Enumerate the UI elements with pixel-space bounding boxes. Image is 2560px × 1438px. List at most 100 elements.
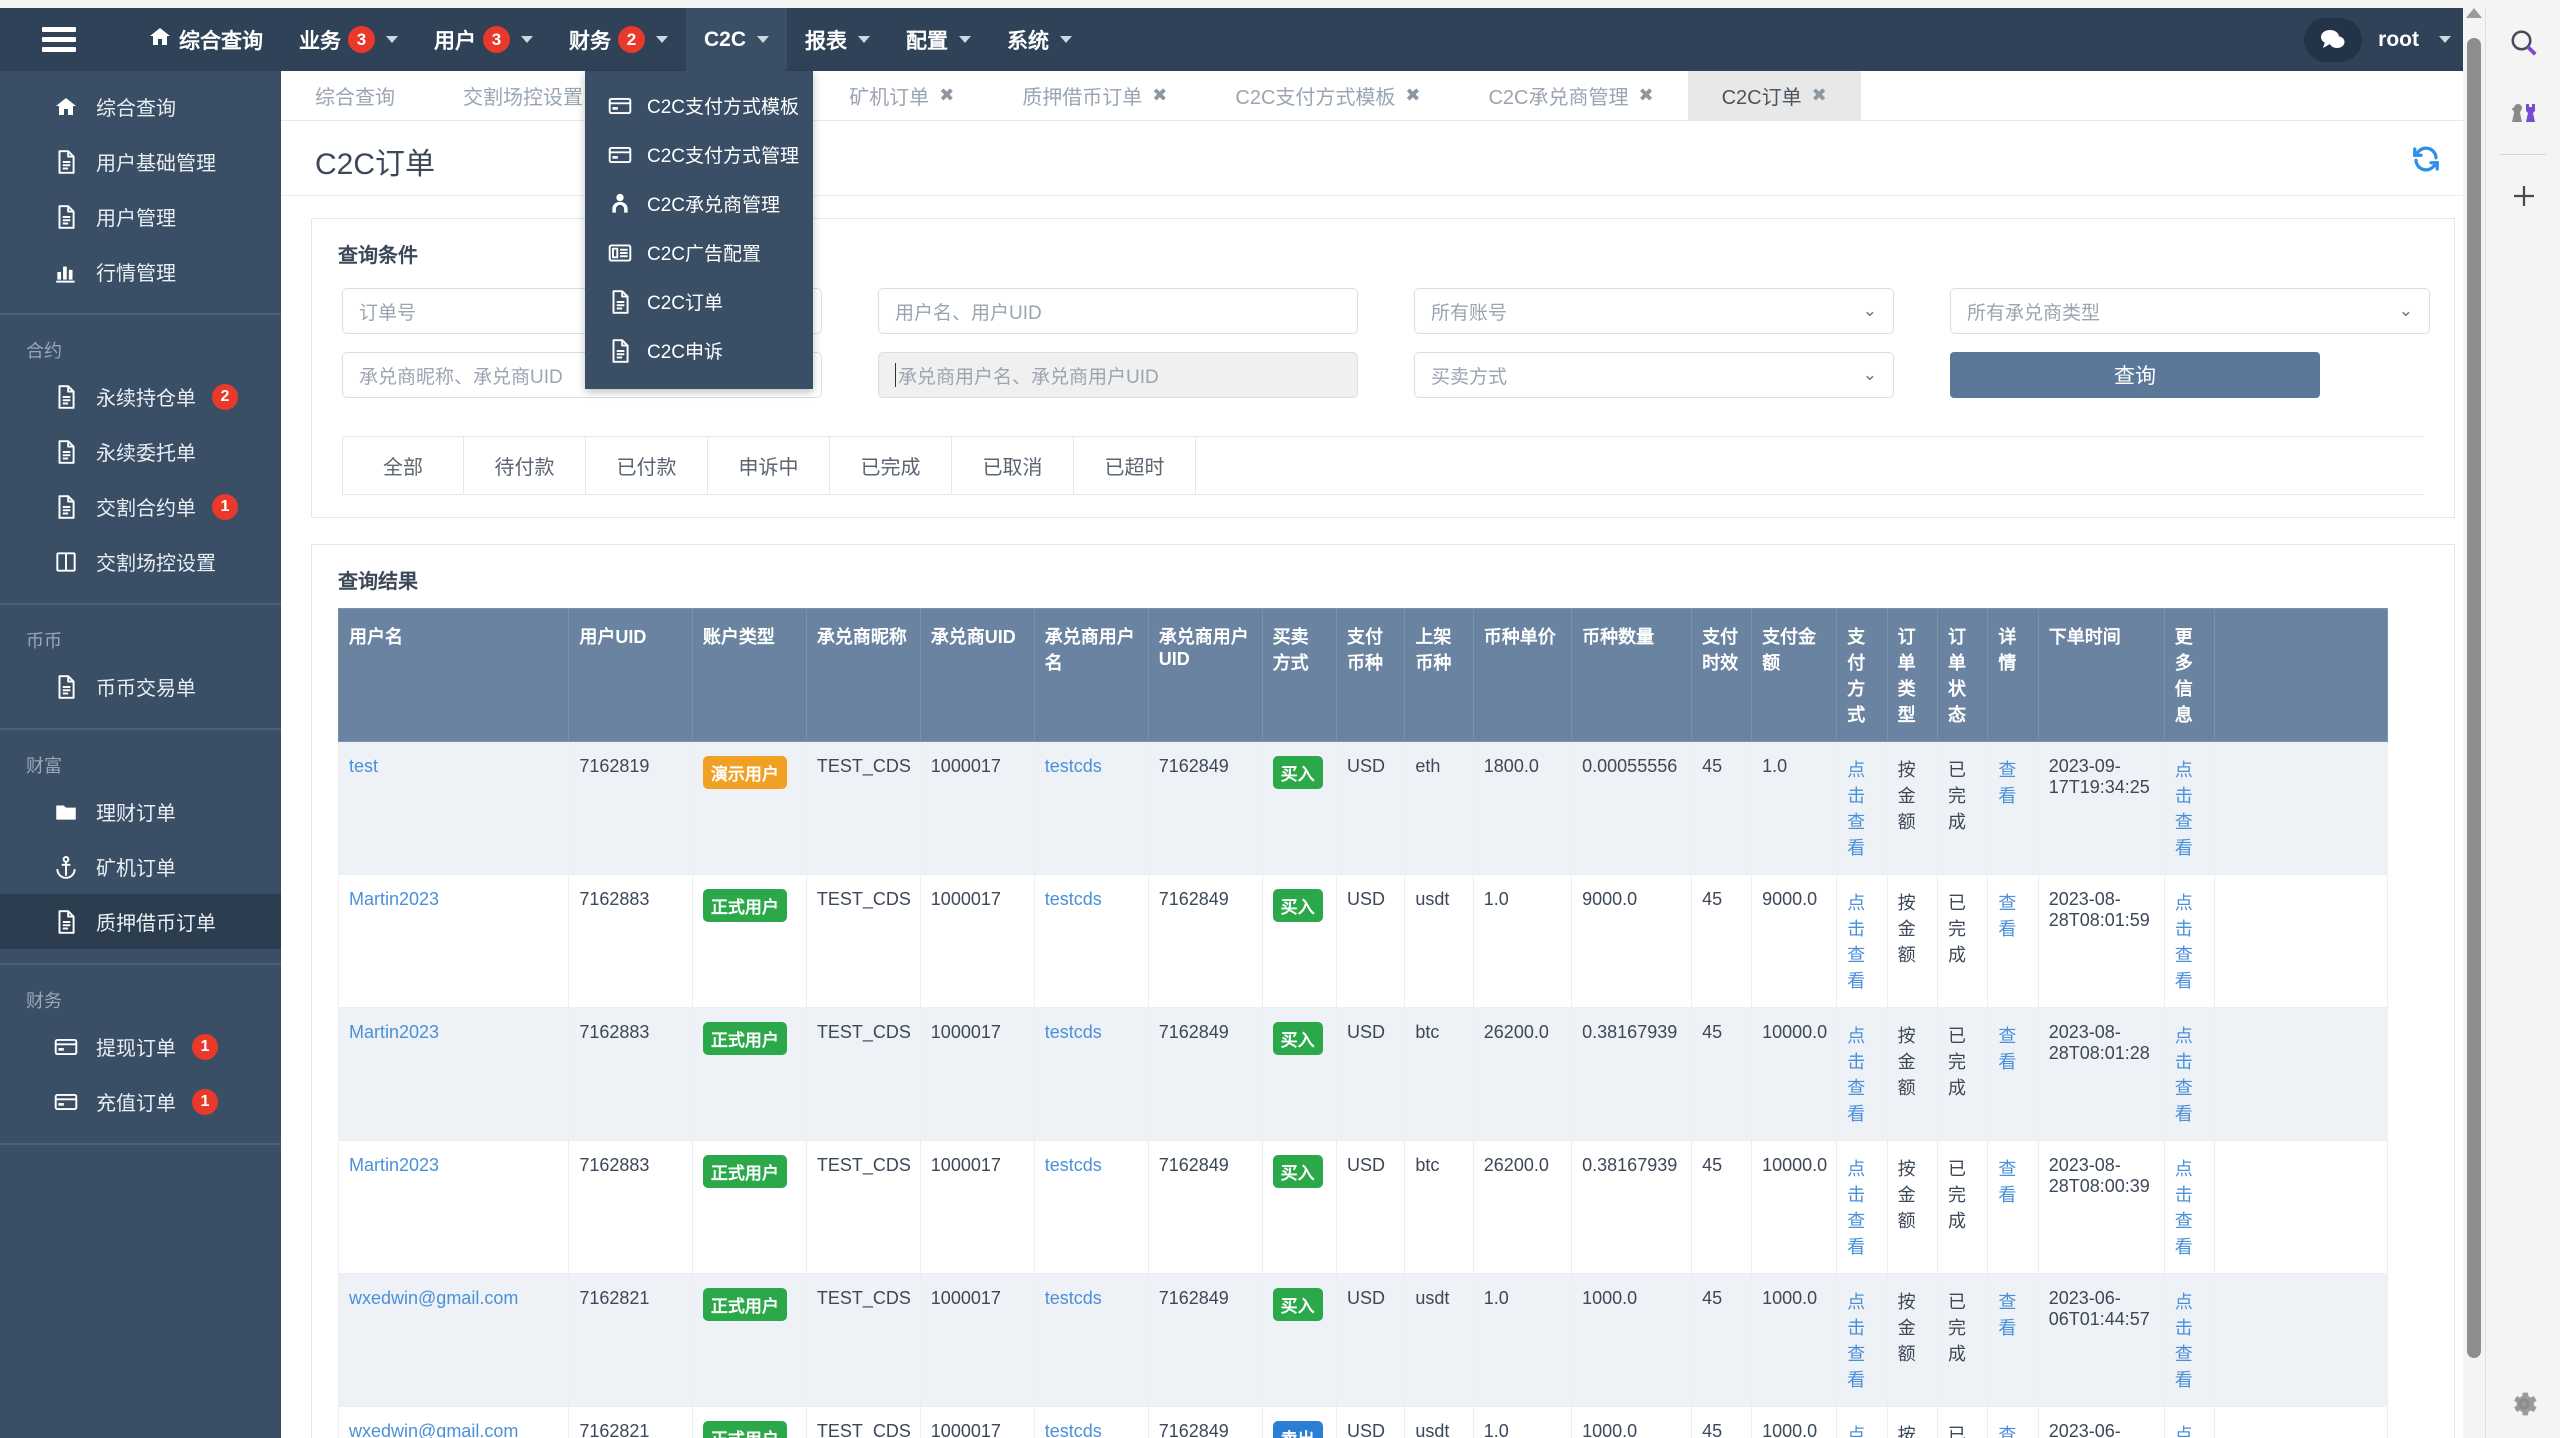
filter-account-type[interactable]: 所有账号 ⌄ <box>1414 288 1894 334</box>
scroll-thumb[interactable] <box>2467 38 2481 1358</box>
link-username[interactable]: test <box>349 756 378 776</box>
status-tab-6[interactable]: 已超时 <box>1074 437 1196 495</box>
dropdown-item-2[interactable]: C2C承兑商管理 <box>585 179 813 228</box>
nav-item-4[interactable]: C2C <box>686 7 788 72</box>
status-tab-5[interactable]: 已取消 <box>952 437 1074 495</box>
link-merchant_username[interactable]: testcds <box>1045 1288 1102 1308</box>
cell-more_info[interactable]: 点击查看 <box>2163 1273 2216 1407</box>
cell-pay_method[interactable]: 点击查看 <box>1836 1007 1888 1141</box>
status-tab-0[interactable]: 全部 <box>342 437 464 495</box>
dropdown-item-0[interactable]: C2C支付方式模板 <box>585 81 813 130</box>
chevron-down-icon[interactable] <box>2439 36 2451 43</box>
menu-icon[interactable] <box>28 27 90 52</box>
cell-merchant_username[interactable]: testcds <box>1033 1140 1149 1274</box>
cell-pay_method[interactable]: 点击查看 <box>1836 1140 1888 1274</box>
sidebar-item-1-3[interactable]: 交割场控设置 <box>0 534 281 589</box>
cell-more_info[interactable]: 点击查看 <box>2163 1140 2216 1274</box>
cell-username[interactable]: Martin2023 <box>338 874 570 1008</box>
cell-username[interactable]: Martin2023 <box>338 1007 570 1141</box>
status-tab-4[interactable]: 已完成 <box>830 437 952 495</box>
tab-5[interactable]: C2C支付方式模板 ✖ <box>1201 71 1454 120</box>
link-detail[interactable]: 查看 <box>1998 893 2016 939</box>
status-tab-3[interactable]: 申诉中 <box>708 437 830 495</box>
link-detail[interactable]: 查看 <box>1998 1159 2016 1205</box>
link-merchant_username[interactable]: testcds <box>1045 889 1102 909</box>
cell-pay_method[interactable]: 点击查看 <box>1836 874 1888 1008</box>
chat-icon[interactable] <box>2304 17 2363 62</box>
link-username[interactable]: Martin2023 <box>349 1022 439 1042</box>
cell-pay_method[interactable]: 点击查看 <box>1836 1406 1888 1438</box>
cell-detail[interactable]: 查看 <box>1987 1273 2039 1407</box>
link-pay_method[interactable]: 点击查看 <box>1847 1425 1865 1438</box>
nav-item-5[interactable]: 报表 <box>787 5 888 75</box>
sidebar-item-1-0[interactable]: 永续持仓单 2 <box>0 369 281 424</box>
cell-username[interactable]: Martin2023 <box>338 1140 570 1274</box>
link-merchant_username[interactable]: testcds <box>1045 756 1102 776</box>
cell-detail[interactable]: 查看 <box>1987 874 2039 1008</box>
tab-4[interactable]: 质押借币订单 ✖ <box>988 71 1201 120</box>
link-username[interactable]: Martin2023 <box>349 889 439 909</box>
dropdown-item-5[interactable]: C2C申诉 <box>585 326 813 375</box>
cell-more_info[interactable]: 点击查看 <box>2163 741 2216 875</box>
results-table-wrap[interactable]: 用户名 用户UID 账户类型 承兑商昵称 承兑商UID 承兑商用户名 承兑商用户UID 买卖方… <box>338 608 2428 1438</box>
filter-username-uid[interactable]: 用户名、用户UID <box>878 288 1358 334</box>
chess-pieces-icon[interactable] <box>2486 78 2560 148</box>
sidebar-item-3-1[interactable]: 矿机订单 <box>0 839 281 894</box>
tab-0[interactable]: 综合查询 <box>281 71 429 120</box>
cell-merchant_username[interactable]: testcds <box>1033 1273 1149 1407</box>
nav-item-1[interactable]: 业务 3 <box>281 5 416 75</box>
sidebar-item-4-0[interactable]: 提现订单 1 <box>0 1019 281 1074</box>
close-icon[interactable]: ✖ <box>1639 85 1654 106</box>
sidebar-item-3-0[interactable]: 理财订单 <box>0 784 281 839</box>
link-pay_method[interactable]: 点击查看 <box>1847 1026 1865 1124</box>
sidebar-item-1-2[interactable]: 交割合约单 1 <box>0 479 281 534</box>
cell-merchant_username[interactable]: testcds <box>1033 741 1149 875</box>
cell-detail[interactable]: 查看 <box>1987 1007 2039 1141</box>
cell-pay_method[interactable]: 点击查看 <box>1836 741 1888 875</box>
cell-merchant_username[interactable]: testcds <box>1033 1007 1149 1141</box>
cell-username[interactable]: test <box>338 741 570 875</box>
link-pay_method[interactable]: 点击查看 <box>1847 760 1865 858</box>
cell-detail[interactable]: 查看 <box>1987 741 2039 875</box>
tab-3[interactable]: 矿机订单 ✖ <box>815 71 988 120</box>
sidebar-item-4-1[interactable]: 充值订单 1 <box>0 1074 281 1129</box>
nav-item-7[interactable]: 系统 <box>989 5 1090 75</box>
close-icon[interactable]: ✖ <box>1152 85 1167 106</box>
query-button[interactable]: 查询 <box>1950 352 2320 398</box>
cell-merchant_username[interactable]: testcds <box>1033 874 1149 1008</box>
link-pay_method[interactable]: 点击查看 <box>1847 1159 1865 1257</box>
scroll-up-arrow[interactable] <box>2466 8 2482 18</box>
nav-item-0[interactable]: 综合查询 <box>130 5 281 75</box>
filter-merchant-type[interactable]: 所有承兑商类型 ⌄ <box>1950 288 2430 334</box>
sidebar-item-0-2[interactable]: 用户管理 <box>0 189 281 244</box>
page-scrollbar[interactable] <box>2463 8 2485 1438</box>
link-more_info[interactable]: 点击查看 <box>2175 893 2193 991</box>
link-merchant_username[interactable]: testcds <box>1045 1421 1102 1438</box>
c2c-dropdown-menu[interactable]: C2C支付方式模板 C2C支付方式管理 C2C承兑商管理 C2C广告配置 C2C订单 C2… <box>585 71 813 389</box>
dropdown-item-4[interactable]: C2C订单 <box>585 277 813 326</box>
link-username[interactable]: Martin2023 <box>349 1155 439 1175</box>
cell-more_info[interactable]: 点击查看 <box>2163 1007 2216 1141</box>
link-username[interactable]: wxedwin@gmail.com <box>349 1288 518 1308</box>
close-icon[interactable]: ✖ <box>1812 85 1827 106</box>
link-merchant_username[interactable]: testcds <box>1045 1022 1102 1042</box>
link-more_info[interactable]: 点击查看 <box>2175 1159 2193 1257</box>
cell-detail[interactable]: 查看 <box>1987 1140 2039 1274</box>
tab-7[interactable]: C2C订单 ✖ <box>1687 71 1861 120</box>
dropdown-item-3[interactable]: C2C广告配置 <box>585 228 813 277</box>
filter-trade-direction[interactable]: 买卖方式 ⌄ <box>1414 352 1894 398</box>
link-pay_method[interactable]: 点击查看 <box>1847 1292 1865 1390</box>
sidebar-item-0-0[interactable]: 综合查询 <box>0 79 281 134</box>
sidebar-item-0-1[interactable]: 用户基础管理 <box>0 134 281 189</box>
cell-more_info[interactable]: 点击查看 <box>2163 1406 2216 1438</box>
cell-username[interactable]: wxedwin@gmail.com <box>338 1273 570 1407</box>
link-detail[interactable]: 查看 <box>1998 1425 2016 1438</box>
gear-icon[interactable] <box>2486 1388 2560 1420</box>
cell-username[interactable]: wxedwin@gmail.com <box>338 1406 570 1438</box>
dropdown-item-1[interactable]: C2C支付方式管理 <box>585 130 813 179</box>
link-username[interactable]: wxedwin@gmail.com <box>349 1421 518 1438</box>
sidebar-item-1-1[interactable]: 永续委托单 <box>0 424 281 479</box>
status-tab-2[interactable]: 已付款 <box>586 437 708 495</box>
tab-6[interactable]: C2C承兑商管理 ✖ <box>1454 71 1687 120</box>
cell-merchant_username[interactable]: testcds <box>1033 1406 1149 1438</box>
